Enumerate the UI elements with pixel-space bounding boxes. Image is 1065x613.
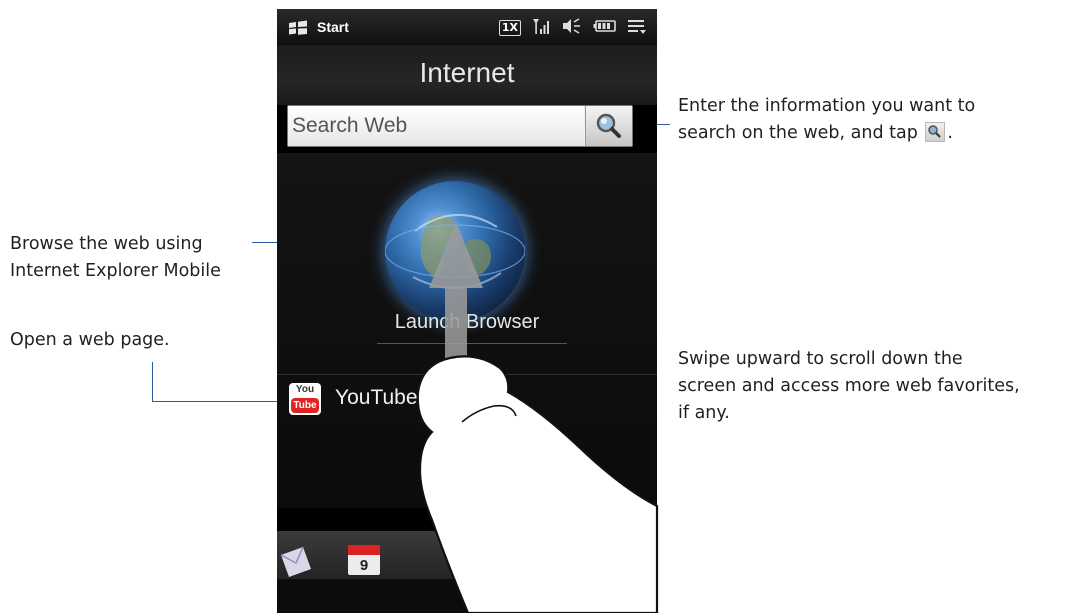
callout-search-line2: search on the web, and tap . bbox=[678, 120, 1063, 147]
envelope-icon bbox=[280, 546, 311, 577]
callout-swipe-line2: screen and access more web favorites, bbox=[678, 376, 1020, 396]
stocks-icon bbox=[575, 545, 605, 577]
tab-label-bar: Browser bbox=[277, 579, 657, 613]
calendar-day: 9 bbox=[359, 557, 369, 574]
windows-start-icon[interactable] bbox=[287, 19, 309, 41]
callout-open-page-text: Open a web page. bbox=[10, 330, 170, 350]
signal-icon bbox=[531, 17, 551, 39]
phone-screen: Start 1X Internet Search Web Launch Brow… bbox=[277, 9, 657, 613]
favorite-item-youtube[interactable]: You Tube YouTube bbox=[289, 377, 589, 421]
globe-tab-icon bbox=[481, 534, 525, 572]
status-bar: Start 1X bbox=[277, 9, 657, 45]
callout-search-line1: Enter the information you want to bbox=[678, 96, 976, 116]
callout-swipe: Swipe upward to scroll down the screen a… bbox=[678, 346, 1063, 427]
callout-browse: Browse the web using Internet Explorer M… bbox=[10, 231, 270, 285]
search-icon bbox=[596, 113, 621, 138]
youtube-icon: You Tube bbox=[289, 383, 321, 415]
leader-line-open-h bbox=[152, 401, 282, 402]
battery-icon bbox=[593, 18, 617, 38]
search-icon bbox=[925, 122, 946, 142]
callout-browse-line1: Browse the web using bbox=[10, 234, 203, 254]
status-icons: 1X bbox=[498, 17, 647, 39]
launch-browser-label[interactable]: Launch Browser bbox=[277, 311, 657, 334]
launch-browser-tile[interactable] bbox=[277, 153, 657, 368]
search-input[interactable] bbox=[288, 106, 584, 146]
globe-icon[interactable] bbox=[385, 181, 525, 321]
leader-line-open-v bbox=[152, 362, 153, 402]
search-box bbox=[287, 105, 633, 147]
callout-swipe-line1: Swipe upward to scroll down the bbox=[678, 349, 963, 369]
tab-stocks[interactable] bbox=[575, 541, 613, 579]
youtube-icon-top: You bbox=[295, 384, 315, 395]
callout-search-line2-text: search on the web, and tap bbox=[678, 123, 918, 143]
tab-mail[interactable] bbox=[277, 541, 315, 579]
title-area: Internet bbox=[277, 45, 657, 105]
search-button[interactable] bbox=[585, 106, 632, 146]
callout-swipe-line3: if any. bbox=[678, 403, 730, 423]
launch-browser-underline bbox=[377, 343, 567, 344]
favorite-label: YouTube bbox=[335, 386, 418, 409]
youtube-icon-bottom: Tube bbox=[291, 398, 319, 413]
active-tab-label: Browser bbox=[572, 587, 633, 604]
volume-icon bbox=[561, 17, 583, 39]
start-label[interactable]: Start bbox=[317, 19, 349, 35]
callout-search: Enter the information you want to search… bbox=[678, 93, 1063, 147]
callout-browse-line2: Internet Explorer Mobile bbox=[10, 261, 221, 281]
menu-icon[interactable] bbox=[627, 17, 647, 39]
content-divider bbox=[277, 374, 657, 375]
callout-open-page: Open a web page. bbox=[10, 327, 230, 354]
tab-calendar[interactable]: 9 bbox=[345, 541, 383, 579]
network-1x-icon: 1X bbox=[498, 20, 521, 36]
page-title: Internet bbox=[419, 57, 515, 88]
callout-search-line2-end: . bbox=[947, 123, 953, 143]
